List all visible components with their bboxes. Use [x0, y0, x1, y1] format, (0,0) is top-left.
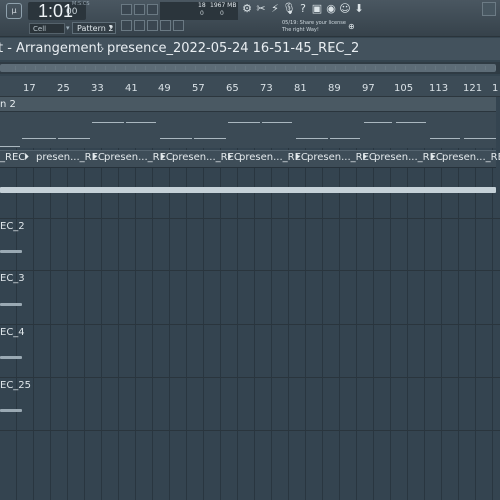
- mixer-button[interactable]: [121, 20, 132, 31]
- window-title: t - Arrangement: [0, 41, 102, 56]
- track-name: n 2: [0, 99, 16, 110]
- snap-selector[interactable]: Cell: [29, 23, 65, 34]
- track-clip-label[interactable]: EC_3: [0, 273, 25, 284]
- bar-number: 113: [429, 83, 449, 94]
- track-separator: [0, 377, 500, 378]
- track-clip-waveform[interactable]: [0, 303, 22, 306]
- time-format-tag: M:S:CS: [72, 1, 90, 7]
- bar-number: 81: [294, 83, 307, 94]
- time-centiseconds: 00: [66, 7, 78, 17]
- track-clip-waveform[interactable]: [0, 356, 22, 359]
- bar-number: 25: [57, 83, 70, 94]
- automation-segment: [92, 122, 124, 123]
- track-separator: [0, 218, 500, 219]
- chevron-down-icon[interactable]: ▾: [66, 24, 70, 32]
- time-selection-bar[interactable]: [0, 187, 496, 193]
- automation-segment: [228, 122, 260, 123]
- help-icon[interactable]: ?: [296, 2, 310, 16]
- automation-segment: [464, 138, 496, 139]
- track-clip-label[interactable]: EC_25: [0, 380, 31, 391]
- audio-clip-marker: ⏵: [24, 152, 29, 163]
- polyphony-value: 0: [200, 10, 204, 17]
- track-clip-waveform[interactable]: [0, 250, 22, 253]
- playlist-button[interactable]: [173, 20, 184, 31]
- bar-number: 41: [125, 83, 138, 94]
- chat-icon[interactable]: ☺: [338, 2, 352, 16]
- bar-number: 49: [158, 83, 171, 94]
- plug-icon[interactable]: ⚡: [268, 2, 282, 16]
- loop-record-button[interactable]: µ: [6, 3, 22, 19]
- cpu-value: 18: [198, 2, 206, 9]
- track-clip-label[interactable]: EC_4: [0, 327, 25, 338]
- scroll-overview: [6, 66, 496, 70]
- bar-number: 65: [226, 83, 239, 94]
- bar-number: 17: [23, 83, 36, 94]
- scissors-icon[interactable]: ✂: [254, 2, 268, 16]
- bar-number: 89: [328, 83, 341, 94]
- news-line-2: The right Way!: [282, 27, 319, 33]
- audio-clip-marker: ⏵: [92, 152, 97, 163]
- audio-clip-marker: ⏵: [430, 152, 435, 163]
- bar-number: 121: [463, 83, 483, 94]
- globe-icon[interactable]: ⊕: [348, 22, 355, 31]
- track-clip-label[interactable]: EC_2: [0, 221, 25, 232]
- automation-segment: [160, 138, 192, 139]
- play-button[interactable]: [121, 4, 132, 15]
- track-separator: [0, 430, 500, 431]
- timeline-ruler[interactable]: [0, 76, 500, 97]
- automation-segment: [262, 122, 292, 123]
- bar-number: 57: [192, 83, 205, 94]
- audio-clip-marker: ⏵: [295, 152, 300, 163]
- track-clip-waveform[interactable]: [0, 409, 22, 412]
- stop-button[interactable]: [134, 4, 145, 15]
- window-menu-icon[interactable]: [482, 2, 496, 16]
- automation-segment: [58, 138, 90, 139]
- save-icon[interactable]: ▣: [310, 2, 324, 16]
- automation-segment: [430, 138, 460, 139]
- chevron-down-icon[interactable]: ▾: [109, 23, 113, 31]
- audio-clip-marker: ⏵: [362, 152, 367, 163]
- automation-segment: [296, 138, 328, 139]
- news-line-1: 05/19: Share your license: [282, 20, 346, 26]
- track-header[interactable]: [0, 97, 496, 112]
- track-separator: [0, 324, 500, 325]
- bar-number: 33: [91, 83, 104, 94]
- browser-button[interactable]: [134, 20, 145, 31]
- automation-segment: [22, 138, 56, 139]
- automation-segment: [396, 122, 426, 123]
- bar-number: 105: [394, 83, 414, 94]
- polyphony-b-value: 0: [220, 10, 224, 17]
- bar-number: 73: [260, 83, 273, 94]
- record-button[interactable]: [147, 4, 158, 15]
- track-separator: [0, 270, 500, 271]
- audio-clip[interactable]: presen..._REC: [442, 152, 500, 163]
- piano-roll-button[interactable]: [147, 20, 158, 31]
- memory-value: 1967 MB: [210, 2, 237, 9]
- bar-number: 97: [362, 83, 375, 94]
- automation-segment: [126, 122, 156, 123]
- chevron-right-icon[interactable]: ›: [328, 42, 332, 55]
- audio-clip-marker: ⏵: [160, 152, 165, 163]
- mic-icon[interactable]: 🎙: [282, 2, 296, 16]
- chevron-right-icon: ›: [100, 42, 105, 55]
- automation-segment: [194, 138, 226, 139]
- download-icon[interactable]: ⬇: [352, 2, 366, 16]
- audio-clip[interactable]: _REC: [0, 152, 25, 163]
- automation-lane[interactable]: [0, 112, 496, 148]
- bar-number: 1: [492, 83, 499, 94]
- news-panel[interactable]: 05/19: Share your license The right Way!: [282, 20, 348, 34]
- automation-segment: [330, 138, 360, 139]
- arrangement-name[interactable]: presence_2022-05-24 16-51-45_REC_2: [107, 41, 359, 56]
- rec-icon[interactable]: ◉: [324, 2, 338, 16]
- automation-segment: [364, 122, 392, 123]
- audio-clip-marker: ⏵: [227, 152, 232, 163]
- automation-segment: [0, 146, 20, 147]
- channel-rack-button[interactable]: [160, 20, 171, 31]
- cpu-icon[interactable]: ⚙: [240, 2, 254, 16]
